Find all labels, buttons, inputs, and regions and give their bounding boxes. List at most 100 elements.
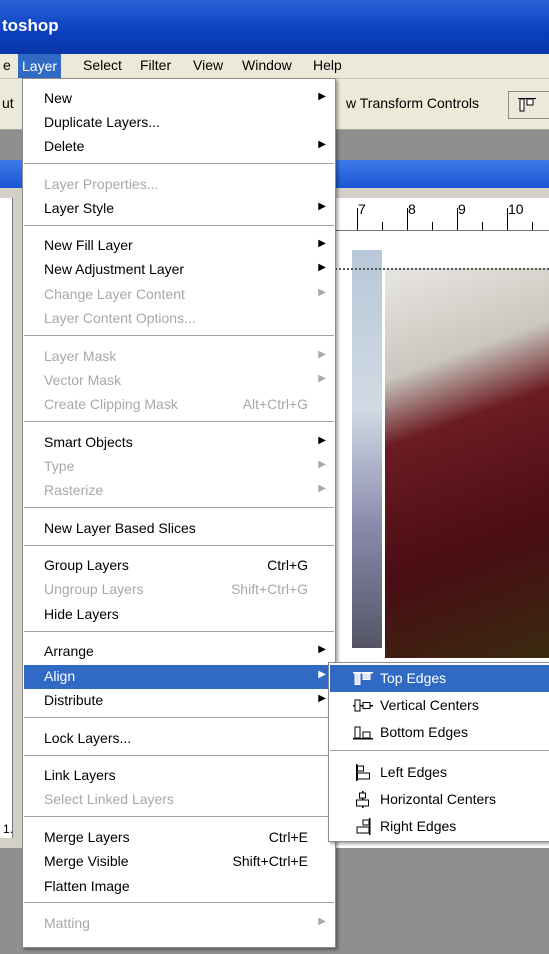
menu-item-new-fill-layer[interactable]: New Fill Layer ▶ [24,234,334,258]
ruler-tick [357,208,358,230]
menu-item-group-layers[interactable]: Group Layers Ctrl+G [24,554,334,578]
align-top-icon [518,98,536,112]
menu-item-layer-content-options[interactable]: Layer Content Options... [24,307,334,331]
menu-help[interactable]: Help [313,57,342,73]
menu-item-label: Distribute [44,692,104,708]
submenu-arrow-icon: ▶ [318,201,326,212]
menu-item-label: Lock Layers... [44,730,132,746]
submenu-arrow-icon: ▶ [318,238,326,249]
submenu-arrow-icon: ▶ [318,483,326,494]
menu-item-matting[interactable]: Matting ▶ [24,912,334,936]
submenu-item-right-edges[interactable]: Right Edges [330,813,549,840]
align-bottom-edges-icon [353,726,373,740]
menu-select[interactable]: Select [83,57,122,73]
menu-bar: e Layer Select Filter View Window Help [0,54,549,79]
menu-filter[interactable]: Filter [140,57,171,73]
menu-item-flatten-image[interactable]: Flatten Image [24,875,334,899]
ruler-tick [507,208,508,230]
menu-layer[interactable]: Layer [18,54,62,78]
photo-strip [352,250,382,648]
menu-item-layer-properties[interactable]: Layer Properties... [24,173,334,197]
menu-separator [24,225,334,226]
submenu-separator [330,750,549,751]
submenu-item-top-edges[interactable]: Top Edges [330,665,549,692]
menu-view[interactable]: View [193,57,223,73]
menu-item-delete[interactable]: Delete ▶ [24,135,334,159]
menu-item-layer-style[interactable]: Layer Style ▶ [24,197,334,221]
submenu-arrow-icon: ▶ [318,373,326,384]
menu-item-label: Layer Mask [44,348,117,364]
menu-item-merge-visible[interactable]: Merge Visible Shift+Ctrl+E [24,850,334,874]
menu-item-new[interactable]: New ▶ [24,87,334,111]
menu-item-label: Select Linked Layers [44,791,174,807]
menu-item-new-adjustment-layer[interactable]: New Adjustment Layer ▶ [24,258,334,282]
ruler-tick [482,222,483,230]
menu-item-label: New Fill Layer [44,237,133,253]
menu-item-rasterize[interactable]: Rasterize ▶ [24,479,334,503]
submenu-item-horizontal-centers[interactable]: Horizontal Centers [330,786,549,813]
menu-separator [24,163,334,164]
submenu-item-vertical-centers[interactable]: Vertical Centers [330,692,549,719]
ruler-tick [407,208,408,230]
align-submenu: Top Edges Vertical Centers Bottom Edges … [328,662,549,842]
options-fragment: ut [2,95,14,111]
submenu-item-label: Right Edges [380,818,457,834]
menu-item-ungroup-layers[interactable]: Ungroup Layers Shift+Ctrl+G [24,578,334,602]
align-top-button[interactable] [508,91,549,119]
align-left-edges-icon [356,764,370,781]
submenu-item-label: Bottom Edges [380,724,468,740]
menu-item-label: Change Layer Content [44,286,185,302]
layer-menu: New ▶ Duplicate Layers... Delete ▶ Layer P… [22,78,336,948]
menu-item-layer-mask[interactable]: Layer Mask ▶ [24,345,334,369]
align-right-edges-icon [356,818,371,835]
menu-image[interactable]: e [3,57,11,73]
submenu-arrow-icon: ▶ [318,916,326,927]
submenu-item-bottom-edges[interactable]: Bottom Edges [330,719,549,746]
menu-item-duplicate-layers[interactable]: Duplicate Layers... [24,111,334,135]
submenu-item-left-edges[interactable]: Left Edges [330,759,549,786]
menu-item-label: Matting [44,915,90,931]
menu-item-select-linked-layers[interactable]: Select Linked Layers [24,788,334,812]
menu-item-label: Layer Properties... [44,176,159,192]
menu-separator [24,816,334,817]
menu-item-create-clipping-mask[interactable]: Create Clipping Mask Alt+Ctrl+G [24,393,334,417]
show-transform-controls-label[interactable]: w Transform Controls [346,95,479,111]
menu-separator [24,717,334,718]
menu-item-align[interactable]: Align ▶ [24,665,334,689]
menu-item-distribute[interactable]: Distribute ▶ [24,689,334,713]
menu-item-smart-objects[interactable]: Smart Objects ▶ [24,431,334,455]
left-ruler[interactable] [0,198,13,838]
menu-item-label: Delete [44,138,85,154]
menu-item-label: Align [44,668,76,684]
menu-separator [24,507,334,508]
ruler-number: 8 [408,201,416,217]
menu-item-type[interactable]: Type ▶ [24,455,334,479]
menu-item-new-layer-based-slices[interactable]: New Layer Based Slices [24,517,334,541]
submenu-item-label: Horizontal Centers [380,791,496,807]
ruler-number: 10 [508,201,524,217]
ruler-tick [382,222,383,230]
ruler-number: 9 [458,201,466,217]
ruler-tick [432,222,433,230]
menu-item-hide-layers[interactable]: Hide Layers [24,603,334,627]
menu-item-arrange[interactable]: Arrange ▶ [24,640,334,664]
ruler-tick [457,208,458,230]
menu-separator [24,335,334,336]
menu-item-label: Merge Visible [44,853,129,869]
ruler-tick [532,222,533,230]
menu-item-lock-layers[interactable]: Lock Layers... [24,727,334,751]
top-ruler[interactable]: 7 8 9 10 [330,198,549,231]
menu-separator [24,755,334,756]
menu-item-label: Duplicate Layers... [44,114,160,130]
menu-item-label: Arrange [44,643,94,659]
menu-item-link-layers[interactable]: Link Layers [24,764,334,788]
menu-item-label: New Layer Based Slices [44,520,196,536]
submenu-arrow-icon: ▶ [318,644,326,655]
menu-item-vector-mask[interactable]: Vector Mask ▶ [24,369,334,393]
menu-item-label: Create Clipping Mask [44,396,178,412]
menu-item-merge-layers[interactable]: Merge Layers Ctrl+E [24,826,334,850]
menu-item-label: Vector Mask [44,372,122,388]
title-bar: toshop [0,0,549,54]
menu-item-change-layer-content[interactable]: Change Layer Content ▶ [24,283,334,307]
menu-window[interactable]: Window [242,57,292,73]
